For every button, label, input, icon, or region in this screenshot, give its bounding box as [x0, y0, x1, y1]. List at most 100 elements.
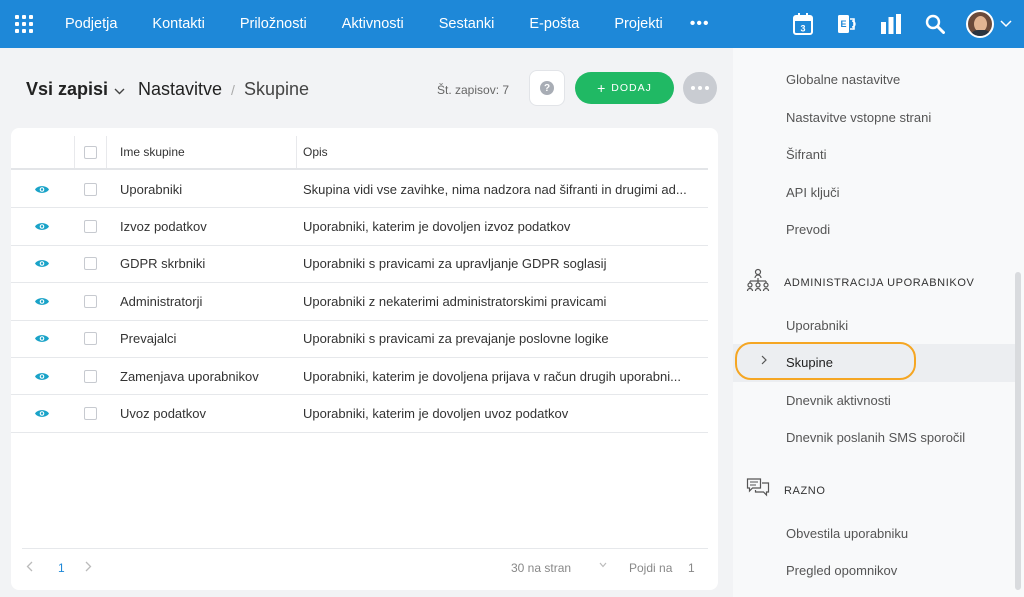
settings-sidebar	[733, 48, 1024, 597]
user-avatar[interactable]	[966, 10, 994, 38]
view-eye-icon[interactable]	[11, 296, 74, 307]
row-select	[74, 220, 106, 234]
group-description-cell: Uporabniki, katerim je dovoljen izvoz po…	[303, 219, 571, 235]
table-row[interactable]: Uporabniki Skupina vidi vse zavihke, nima…	[11, 171, 708, 209]
column-header-name[interactable]: Ime skupine	[106, 136, 296, 168]
table-row[interactable]: Uvoz podatkov Uporabniki, katerim je dovo…	[11, 395, 708, 433]
group-name-cell: Uvoz podatkov	[120, 406, 206, 422]
main-nav: Podjetja Kontakti Priložnosti Aktivnosti…	[65, 0, 710, 48]
org-chart-icon	[746, 268, 770, 297]
group-name-cell: Zamenjava uporabnikov	[120, 368, 259, 384]
nav-item-priloznosti[interactable]: Priložnosti	[240, 16, 307, 32]
breadcrumb-settings[interactable]: Nastavitve	[138, 79, 222, 100]
group-description-cell: Uporabniki s pravicami za prevajanje pos…	[303, 331, 609, 347]
breadcrumb: Nastavitve / Skupine	[138, 79, 309, 100]
group-description-cell: Skupina vidi vse zavihke, nima nadzora n…	[303, 181, 687, 197]
sidebar-item-global-settings[interactable]: Globalne nastavitve	[786, 72, 900, 87]
group-description-cell: Uporabniki, katerim je dovoljen uvoz pod…	[303, 406, 569, 422]
header-view-column	[11, 136, 74, 168]
more-options-button[interactable]	[683, 72, 717, 104]
row-checkbox[interactable]	[83, 369, 97, 383]
table-row[interactable]: GDPR skrbniki Uporabniki s pravicami za u…	[11, 246, 708, 284]
group-name-cell: GDPR skrbniki	[120, 256, 206, 272]
row-select	[74, 332, 106, 346]
nav-item-podjetja[interactable]: Podjetja	[65, 16, 117, 32]
sidebar-item-api-keys[interactable]: API ključi	[786, 185, 839, 200]
table-row[interactable]: Prevajalci Uporabniki s pravicami za prev…	[11, 321, 708, 358]
view-eye-icon[interactable]	[11, 333, 74, 344]
sidebar-item-translations[interactable]: Prevodi	[786, 222, 830, 237]
highlight-ring	[735, 342, 916, 380]
current-page[interactable]: 1	[58, 561, 65, 575]
view-eye-icon[interactable]	[11, 184, 74, 195]
top-navigation-bar: Podjetja Kontakti Priložnosti Aktivnosti…	[0, 0, 1024, 48]
sidebar-item-activity-log[interactable]: Dnevnik aktivnosti	[786, 393, 891, 408]
sidebar-item-users[interactable]: Uporabniki	[786, 318, 848, 333]
sidebar-item-sms-log[interactable]: Dnevnik poslanih SMS sporočil	[786, 430, 965, 445]
group-description-cell: Uporabniki, katerim je dovoljena prijava…	[303, 368, 681, 384]
row-checkbox[interactable]	[83, 294, 97, 308]
group-name-cell: Uporabniki	[120, 181, 183, 197]
row-checkbox[interactable]	[83, 257, 97, 271]
calendar-icon[interactable]: 3	[790, 11, 816, 37]
section-user-administration: ADMINISTRACIJA UPORABNIKOV	[746, 268, 974, 297]
row-checkbox[interactable]	[83, 220, 97, 234]
view-eye-icon[interactable]	[11, 221, 74, 232]
apps-grid-icon[interactable]	[0, 0, 48, 48]
nav-item-e-posta[interactable]: E-pošta	[529, 16, 579, 32]
chevron-down-icon	[599, 560, 607, 571]
chevron-down-icon	[114, 79, 125, 100]
view-eye-icon[interactable]	[11, 371, 74, 382]
table-header: Ime skupine Opis	[11, 136, 708, 170]
row-select	[74, 369, 106, 383]
goto-page-label: Pojdi na	[629, 561, 673, 575]
table-row[interactable]: Izvoz podatkov Uporabniki, katerim je dov…	[11, 208, 708, 246]
topbar-actions: 3 E	[790, 0, 1024, 48]
chevron-down-icon[interactable]	[1000, 15, 1012, 33]
group-name-cell: Prevajalci	[120, 331, 177, 347]
column-header-description[interactable]: Opis	[296, 136, 708, 168]
exchange-sync-icon[interactable]: E	[834, 11, 860, 37]
group-name-cell: Administratorji	[120, 293, 203, 309]
group-name-cell: Izvoz podatkov	[120, 219, 207, 235]
row-select	[74, 294, 106, 308]
row-select	[74, 182, 106, 196]
table-row[interactable]: Administratorji Uporabniki z nekaterimi a…	[11, 283, 708, 321]
next-page-icon[interactable]	[85, 561, 92, 575]
view-selector[interactable]: Vsi zapisi	[26, 79, 125, 100]
row-checkbox[interactable]	[83, 182, 97, 196]
header-select-all	[74, 136, 106, 168]
table-row[interactable]: Zamenjava uporabnikov Uporabniki, katerim…	[11, 358, 708, 396]
nav-more-button[interactable]: •••	[690, 15, 710, 33]
plus-icon: +	[597, 80, 606, 96]
sidebar-item-user-notices[interactable]: Obvestila uporabniku	[786, 526, 908, 541]
add-button[interactable]: + DODAJ	[575, 72, 674, 104]
per-page-select[interactable]: 30 na stran	[511, 561, 571, 575]
select-all-checkbox[interactable]	[84, 145, 97, 159]
search-icon[interactable]	[922, 11, 948, 37]
view-eye-icon[interactable]	[11, 258, 74, 269]
nav-item-aktivnosti[interactable]: Aktivnosti	[342, 16, 404, 32]
nav-item-projekti[interactable]: Projekti	[614, 16, 662, 32]
section-misc: RAZNO	[746, 477, 826, 504]
row-checkbox[interactable]	[83, 407, 97, 421]
row-select	[74, 407, 106, 421]
table-footer: 1 30 na stran Pojdi na 1	[22, 548, 708, 586]
section-label: RAZNO	[784, 484, 826, 497]
group-description-cell: Uporabniki s pravicami za upravljanje GD…	[303, 256, 607, 272]
sidebar-item-codebooks[interactable]: Šifranti	[786, 147, 826, 162]
calendar-day: 3	[800, 24, 805, 34]
sidebar-item-reminders[interactable]: Pregled opomnikov	[786, 563, 897, 578]
table-body: Uporabniki Skupina vidi vse zavihke, nima…	[11, 171, 708, 433]
nav-item-sestanki[interactable]: Sestanki	[439, 16, 495, 32]
chat-bubbles-icon	[746, 477, 770, 504]
view-eye-icon[interactable]	[11, 408, 74, 419]
nav-item-kontakti[interactable]: Kontakti	[152, 16, 204, 32]
prev-page-icon[interactable]	[26, 561, 33, 575]
help-button[interactable]: ?	[529, 70, 565, 106]
sidebar-item-landing-settings[interactable]: Nastavitve vstopne strani	[786, 110, 931, 125]
sidebar-scrollbar[interactable]	[1015, 272, 1021, 590]
analytics-chart-icon[interactable]	[878, 11, 904, 37]
goto-page-input[interactable]: 1	[688, 561, 695, 575]
row-checkbox[interactable]	[83, 332, 97, 346]
